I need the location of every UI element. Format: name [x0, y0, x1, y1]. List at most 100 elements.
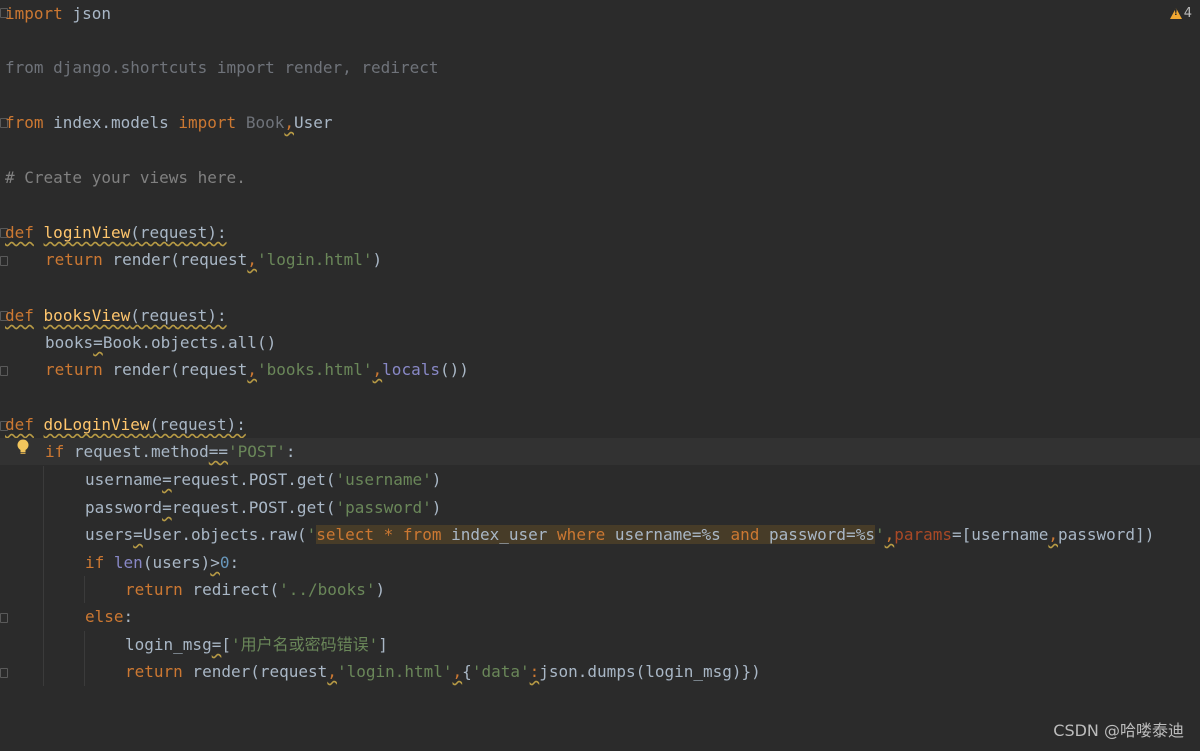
sql-token: from [402, 525, 442, 544]
sql-token: password=%s [759, 525, 875, 544]
code-line[interactable]: def doLoginView(request): [0, 411, 1200, 438]
code-token: redirect( [182, 580, 280, 599]
code-token: ' [874, 525, 885, 544]
code-line[interactable]: return render(request,'books.html',local… [0, 356, 1200, 383]
code-token: index.models [43, 113, 179, 132]
code-token: '用户名或密码错误' [230, 635, 379, 654]
code-comment: # Create your views here. [5, 168, 246, 187]
code-token: booksView [43, 306, 131, 325]
sql-token: select [316, 525, 375, 544]
code-line[interactable]: return render(request,'login.html',{'dat… [0, 658, 1200, 685]
code-token: : [229, 553, 240, 572]
code-line[interactable]: return redirect('../books') [0, 576, 1200, 603]
code-token: locals [382, 360, 440, 379]
code-token: render(request [182, 662, 328, 681]
code-token: request.POST.get( [171, 498, 336, 517]
code-token: (request): [130, 223, 227, 242]
code-token: , [247, 360, 257, 379]
code-token: import [5, 4, 63, 23]
code-token: , [1048, 525, 1058, 544]
code-token: > [210, 553, 220, 572]
code-token: 'POST' [228, 442, 286, 461]
code-line[interactable]: username=request.POST.get('username') [0, 466, 1200, 493]
code-line[interactable]: books=Book.objects.all() [0, 329, 1200, 356]
code-token: 'data' [471, 662, 530, 681]
code-token: ) [372, 250, 383, 269]
code-token: ) [375, 580, 386, 599]
code-line[interactable]: password=request.POST.get('password') [0, 494, 1200, 521]
code-token: 'password' [335, 498, 432, 517]
code-token: 'login.html' [336, 662, 453, 681]
code-token: json.dumps(login_msg)}) [539, 662, 761, 681]
code-token: : [285, 442, 296, 461]
code-token: ) [431, 498, 442, 517]
code-token: request.POST.get( [171, 470, 336, 489]
code-token: == [208, 442, 229, 461]
code-token: password [85, 498, 163, 517]
code-token: def [5, 306, 34, 325]
sql-token: and [730, 525, 760, 544]
watermark: CSDN @哈喽泰迪 [1053, 721, 1184, 740]
code-token: (request): [149, 415, 246, 434]
code-token: = [93, 333, 103, 352]
warning-icon [1169, 8, 1182, 19]
code-token: '../books' [279, 580, 376, 599]
code-editor[interactable]: import json from django.shortcuts import… [0, 0, 1200, 751]
code-token: def [5, 415, 34, 434]
code-token: ()) [439, 360, 469, 379]
code-token: len [113, 553, 143, 572]
code-line[interactable]: from index.models import Book,User [0, 109, 1200, 136]
code-token: ] [378, 635, 388, 654]
code-line[interactable]: return render(request,'login.html') [0, 246, 1200, 273]
code-token: login_msg [125, 635, 212, 654]
code-token: , [284, 113, 294, 132]
code-token: else [85, 607, 124, 626]
code-token: if [45, 442, 65, 461]
code-token: books [45, 333, 94, 352]
code-token: Book [236, 113, 285, 132]
code-token: { [462, 662, 472, 681]
code-token: return [45, 360, 103, 379]
code-token: , [884, 525, 895, 544]
code-line[interactable]: def booksView(request): [0, 302, 1200, 329]
code-token: ) [431, 470, 442, 489]
code-token: 0 [219, 553, 230, 572]
code-token: , [372, 360, 383, 379]
code-line[interactable]: if len(users)>0: [0, 549, 1200, 576]
code-token: , [247, 250, 257, 269]
code-token: = [211, 635, 222, 654]
code-line[interactable]: users=User.objects.raw('select * from in… [0, 521, 1200, 548]
sql-injection-highlight: select * from index_user where username=… [316, 525, 875, 544]
code-token: users [85, 525, 134, 544]
sql-token: username=%s [605, 525, 731, 544]
code-token: json [62, 4, 111, 23]
inspection-warnings[interactable]: 4 [1169, 6, 1192, 21]
code-line[interactable]: def loginView(request): [0, 219, 1200, 246]
code-token: = [162, 470, 172, 489]
code-token: : [529, 662, 540, 681]
code-token: [ [221, 635, 231, 654]
code-token: 'login.html' [256, 250, 373, 269]
sql-token: index_user [441, 525, 558, 544]
code-line-current[interactable]: if request.method=='POST': [0, 438, 1200, 465]
warning-count: 4 [1183, 6, 1192, 21]
code-token: User [294, 113, 333, 132]
code-token: password]) [1058, 525, 1155, 544]
sql-token: where [557, 525, 606, 544]
code-token: =[username [952, 525, 1049, 544]
code-line[interactable]: else: [0, 603, 1200, 630]
code-line[interactable]: from django.shortcuts import render, red… [0, 54, 1200, 81]
code-token: return [125, 662, 183, 681]
code-token: from django.shortcuts import render, red… [5, 58, 439, 77]
code-token: import [178, 113, 237, 132]
lightbulb-icon[interactable] [16, 439, 30, 455]
code-line[interactable]: # Create your views here. [0, 164, 1200, 191]
code-line[interactable]: import json [0, 0, 1200, 27]
code-line[interactable]: login_msg=['用户名或密码错误'] [0, 631, 1200, 658]
code-token: : [123, 607, 134, 626]
code-token: if [85, 553, 105, 572]
